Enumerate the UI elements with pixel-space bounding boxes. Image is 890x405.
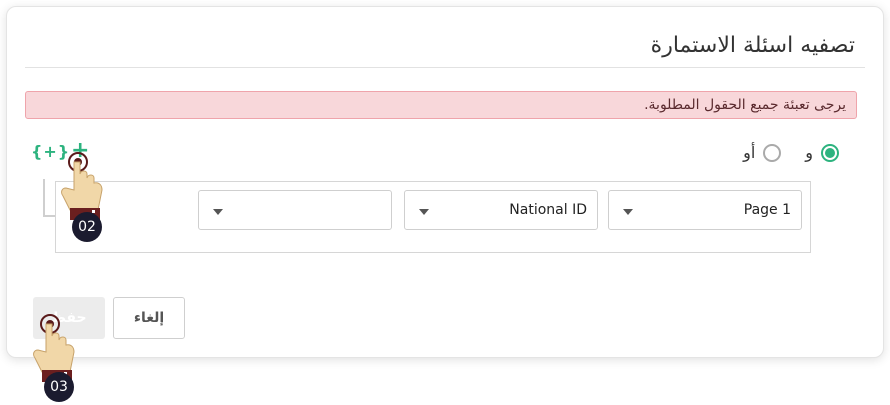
cancel-button[interactable]: إلغاء [113, 297, 185, 339]
radio-or[interactable]: أو [743, 143, 782, 162]
logic-radio-group: و أو [743, 143, 839, 162]
chevron-down-icon [623, 209, 633, 215]
title-divider [25, 67, 865, 68]
validation-alert: يرجى تعبئة جميع الحقول المطلوبة. [25, 91, 857, 119]
step-badge-02: 02 [72, 212, 102, 242]
alert-message: يرجى تعبئة جميع الحقول المطلوبة. [644, 97, 846, 113]
radio-and[interactable]: و [805, 143, 839, 162]
page-select-value: Page 1 [743, 202, 791, 218]
operator-select[interactable] [198, 190, 392, 230]
radio-and-indicator[interactable] [821, 143, 839, 162]
radio-and-label: و [805, 143, 813, 162]
filter-form-card: تصفيه اسئلة الاستمارة يرجى تعبئة جميع ال… [6, 6, 884, 358]
field-select-value: National ID [509, 202, 587, 218]
field-select[interactable]: National ID [404, 190, 598, 230]
chevron-down-icon [213, 209, 223, 215]
step-badge-03: 03 [44, 372, 74, 402]
radio-or-label: أو [743, 143, 756, 162]
chevron-down-icon [419, 209, 429, 215]
condition-row: Page 1 National ID [55, 181, 811, 253]
radio-or-indicator[interactable] [763, 143, 782, 162]
page-title: تصفيه اسئلة الاستمارة [650, 33, 855, 58]
page-select[interactable]: Page 1 [608, 190, 802, 230]
